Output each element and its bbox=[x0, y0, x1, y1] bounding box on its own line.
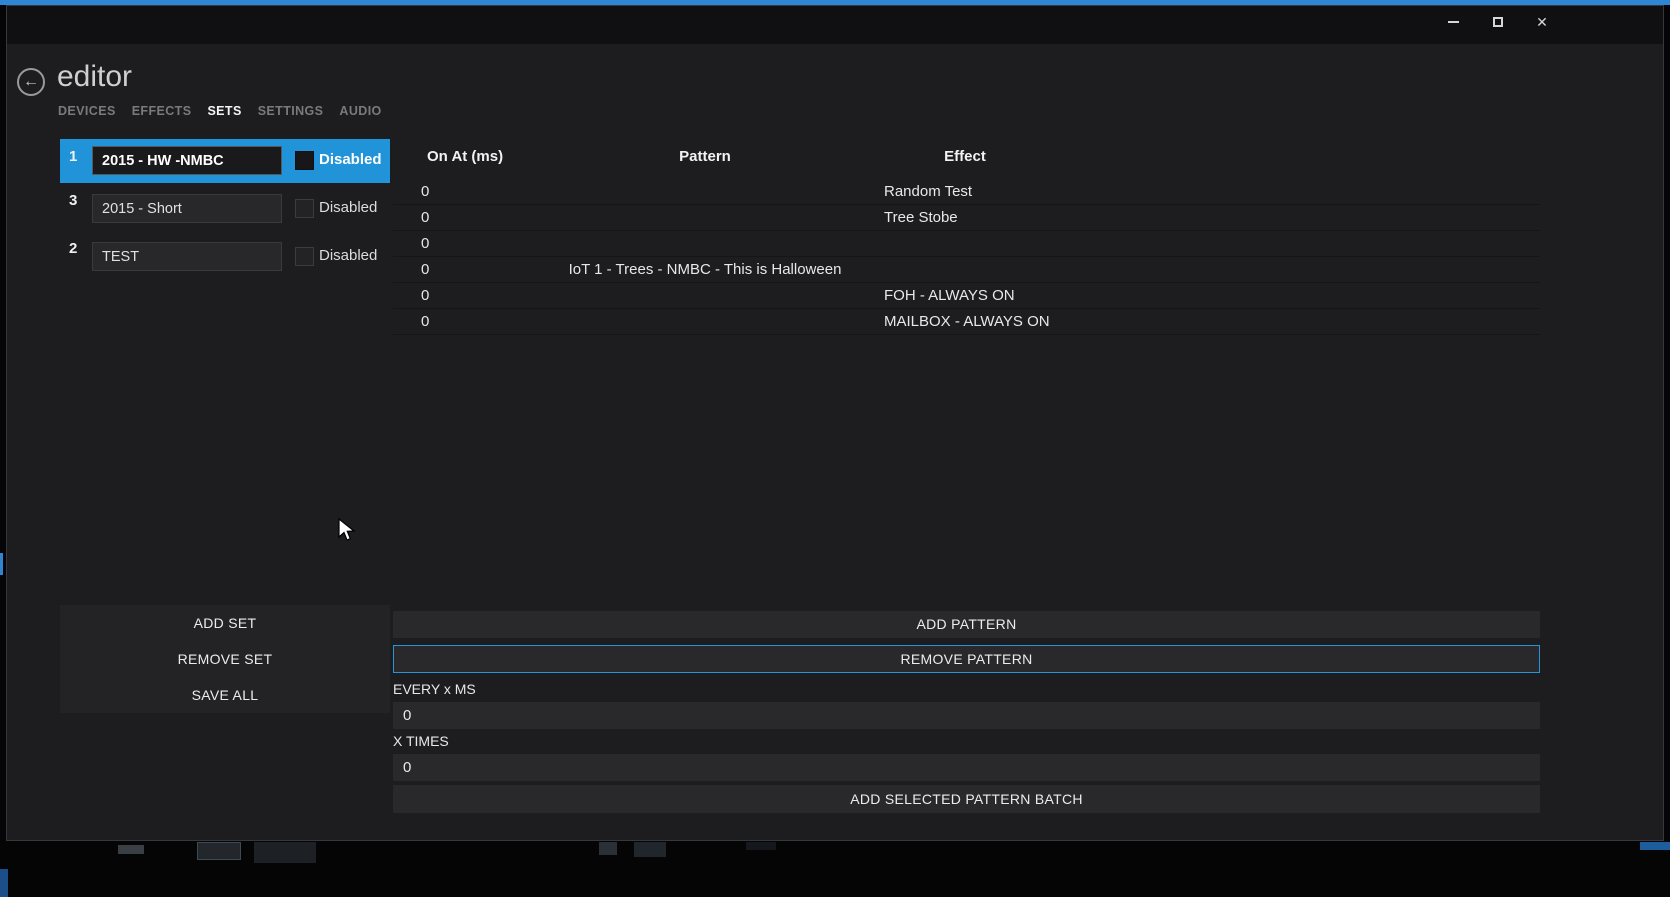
add-selected-pattern-batch-button[interactable]: ADD SELECTED PATTERN BATCH bbox=[393, 785, 1540, 813]
column-header-effect: Effect bbox=[944, 148, 986, 165]
disabled-label: Disabled bbox=[319, 199, 378, 216]
back-arrow-icon: ← bbox=[23, 73, 39, 90]
screen: ✕ ← editor DEVICES EFFECTS SETS SETTINGS… bbox=[0, 0, 1670, 897]
every-x-ms-input[interactable] bbox=[393, 702, 1540, 729]
set-order: 2 bbox=[69, 240, 78, 257]
tab-audio[interactable]: AUDIO bbox=[339, 104, 381, 118]
desktop-artifact bbox=[197, 842, 241, 860]
set-name-input[interactable] bbox=[92, 146, 282, 175]
nav-tabs: DEVICES EFFECTS SETS SETTINGS AUDIO bbox=[58, 104, 382, 118]
maximize-icon bbox=[1493, 17, 1503, 27]
desktop-artifact bbox=[634, 842, 666, 857]
x-times-input[interactable] bbox=[393, 754, 1540, 781]
remove-set-button[interactable]: REMOVE SET bbox=[60, 641, 390, 677]
close-icon: ✕ bbox=[1536, 14, 1548, 30]
maximize-button[interactable] bbox=[1483, 10, 1513, 34]
set-row[interactable]: 2 Disabled bbox=[60, 238, 390, 276]
table-row[interactable]: 0 IoT 1 - Trees - NMBC - This is Hallowe… bbox=[393, 257, 1540, 283]
disabled-label: Disabled bbox=[319, 247, 378, 264]
set-name-input[interactable] bbox=[92, 194, 282, 223]
set-row-selected[interactable]: 1 Disabled bbox=[60, 139, 390, 183]
table-row[interactable]: 0 MAILBOX - ALWAYS ON bbox=[393, 309, 1540, 335]
set-order: 1 bbox=[69, 148, 78, 165]
desktop-artifact bbox=[599, 842, 617, 855]
every-x-ms-field bbox=[393, 702, 1540, 729]
set-name-input[interactable] bbox=[92, 242, 282, 271]
mouse-cursor bbox=[338, 518, 356, 541]
cell-on-at: 0 bbox=[421, 261, 430, 278]
disabled-checkbox[interactable] bbox=[295, 247, 314, 266]
remove-pattern-button[interactable]: REMOVE PATTERN bbox=[393, 645, 1540, 673]
column-header-on-at: On At (ms) bbox=[427, 148, 504, 165]
pattern-table: 0 Random Test 0 Tree Stobe 0 0 IoT 1 - T… bbox=[393, 179, 1540, 335]
cell-pattern: IoT 1 - Trees - NMBC - This is Halloween bbox=[568, 261, 842, 278]
cell-on-at: 0 bbox=[421, 235, 430, 252]
table-row[interactable]: 0 bbox=[393, 231, 1540, 257]
minimize-icon bbox=[1447, 21, 1459, 23]
table-row[interactable]: 0 Random Test bbox=[393, 179, 1540, 205]
cell-on-at: 0 bbox=[421, 287, 430, 304]
tab-devices[interactable]: DEVICES bbox=[58, 104, 116, 118]
x-times-label: X TIMES bbox=[393, 733, 449, 749]
cell-effect: Tree Stobe bbox=[884, 209, 958, 226]
every-x-ms-label: EVERY x MS bbox=[393, 681, 476, 697]
set-row[interactable]: 3 Disabled bbox=[60, 190, 390, 228]
cell-on-at: 0 bbox=[421, 183, 430, 200]
table-row[interactable]: 0 FOH - ALWAYS ON bbox=[393, 283, 1540, 309]
desktop-artifact bbox=[118, 845, 144, 854]
cell-effect: MAILBOX - ALWAYS ON bbox=[884, 313, 1050, 330]
tab-settings[interactable]: SETTINGS bbox=[258, 104, 324, 118]
tab-sets[interactable]: SETS bbox=[207, 104, 241, 118]
desktop-strip bbox=[0, 842, 1670, 897]
desktop-artifact bbox=[746, 842, 776, 850]
save-all-button[interactable]: SAVE ALL bbox=[60, 677, 390, 713]
add-set-button[interactable]: ADD SET bbox=[60, 605, 390, 641]
set-order: 3 bbox=[69, 192, 78, 209]
disabled-checkbox[interactable] bbox=[295, 151, 314, 170]
page-title: editor bbox=[57, 60, 133, 93]
desktop-artifact bbox=[254, 842, 316, 863]
edge-accent-sliver bbox=[0, 553, 3, 575]
cell-effect: Random Test bbox=[884, 183, 973, 200]
table-row[interactable]: 0 Tree Stobe bbox=[393, 205, 1540, 231]
desktop-artifact bbox=[0, 869, 8, 897]
cell-effect: FOH - ALWAYS ON bbox=[884, 287, 1015, 304]
titlebar[interactable] bbox=[7, 6, 1663, 44]
set-actions-panel: ADD SET REMOVE SET SAVE ALL bbox=[60, 605, 390, 713]
disabled-label: Disabled bbox=[319, 151, 382, 168]
close-button[interactable]: ✕ bbox=[1527, 10, 1557, 34]
cell-on-at: 0 bbox=[421, 313, 430, 330]
x-times-field bbox=[393, 754, 1540, 781]
back-button[interactable]: ← bbox=[17, 68, 45, 96]
desktop-artifact bbox=[1640, 842, 1670, 850]
disabled-checkbox[interactable] bbox=[295, 199, 314, 218]
column-header-pattern: Pattern bbox=[679, 148, 731, 165]
minimize-button[interactable] bbox=[1438, 10, 1468, 34]
add-pattern-button[interactable]: ADD PATTERN bbox=[393, 611, 1540, 638]
tab-effects[interactable]: EFFECTS bbox=[132, 104, 192, 118]
cell-on-at: 0 bbox=[421, 209, 430, 226]
